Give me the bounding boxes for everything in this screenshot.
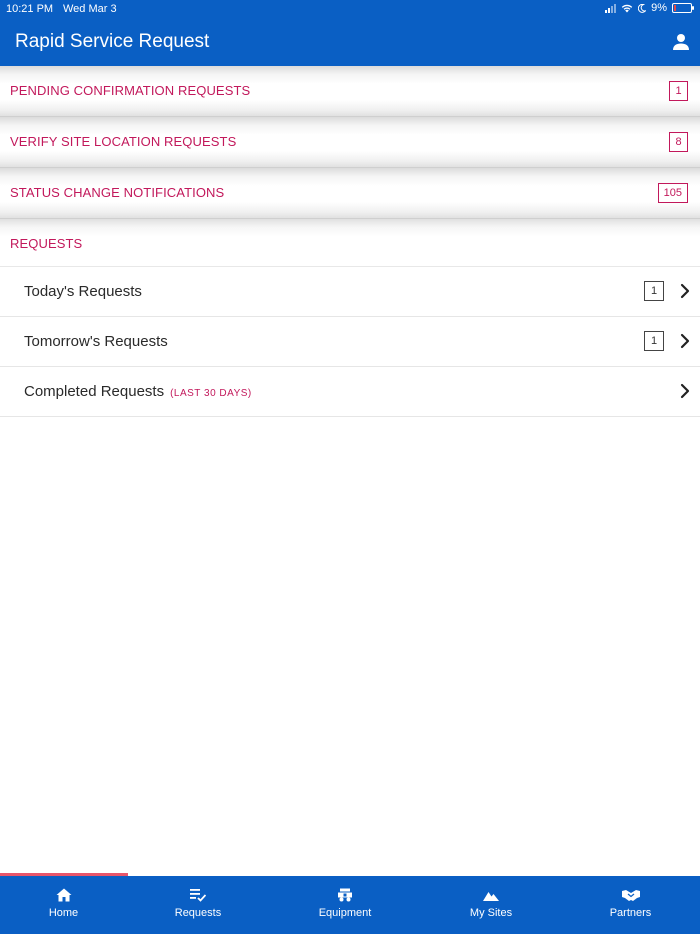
list-item-tomorrows-requests[interactable]: Tomorrow's Requests 1 bbox=[0, 317, 700, 367]
count-badge: 1 bbox=[669, 81, 688, 101]
signal-icon bbox=[605, 3, 617, 13]
status-change-notifications-row[interactable]: STATUS CHANGE NOTIFICATIONS 105 bbox=[0, 168, 700, 219]
chevron-right-icon bbox=[680, 383, 690, 399]
pending-confirmation-requests-row[interactable]: PENDING CONFIRMATION REQUESTS 1 bbox=[0, 66, 700, 117]
status-time: 10:21 PM bbox=[6, 3, 54, 15]
tab-label: My Sites bbox=[469, 907, 513, 919]
tab-label: Partners bbox=[609, 907, 652, 919]
list-item-todays-requests[interactable]: Today's Requests 1 bbox=[0, 267, 700, 317]
mountain-icon bbox=[483, 892, 499, 901]
list-item-label: Tomorrow's Requests bbox=[24, 333, 168, 350]
handshake-icon bbox=[621, 890, 640, 901]
section-label: VERIFY SITE LOCATION REQUESTS bbox=[10, 134, 237, 149]
requests-icon bbox=[190, 889, 206, 902]
app-header: 10:21 PM Wed Mar 3 9% Rapid Service Requ… bbox=[0, 0, 700, 66]
home-icon bbox=[56, 888, 71, 902]
tab-label: Home bbox=[48, 907, 79, 919]
verify-site-location-requests-row[interactable]: VERIFY SITE LOCATION REQUESTS 8 bbox=[0, 117, 700, 168]
user-icon[interactable] bbox=[672, 33, 690, 51]
list-item-label: Today's Requests bbox=[24, 283, 142, 300]
app-root: 10:21 PM Wed Mar 3 9% Rapid Service Requ… bbox=[0, 0, 700, 934]
tab-my-sites[interactable]: My Sites bbox=[421, 876, 561, 934]
list-item-completed-requests[interactable]: Completed Requests (LAST 30 DAYS) bbox=[0, 367, 700, 417]
tab-requests[interactable]: Requests bbox=[127, 876, 269, 934]
tab-label: Requests bbox=[174, 907, 222, 919]
completed-requests-sublabel: (LAST 30 DAYS) bbox=[170, 388, 252, 399]
moon-icon bbox=[638, 3, 647, 13]
tab-partners[interactable]: Partners bbox=[561, 876, 700, 934]
count-badge: 8 bbox=[669, 132, 688, 152]
count-badge: 1 bbox=[644, 331, 664, 351]
page-title: Rapid Service Request bbox=[15, 31, 210, 52]
tab-label: Equipment bbox=[318, 907, 372, 919]
count-badge: 105 bbox=[657, 183, 688, 203]
section-label: PENDING CONFIRMATION REQUESTS bbox=[10, 83, 251, 98]
bottom-nav: Home Requests Equipment My Sites Partner… bbox=[0, 876, 700, 934]
section-label: REQUESTS bbox=[10, 236, 83, 251]
status-indicators: 9% bbox=[605, 2, 694, 14]
completed-requests-label: Completed Requests bbox=[24, 383, 165, 400]
battery-icon bbox=[672, 3, 694, 13]
status-bar: 10:21 PM Wed Mar 3 9% bbox=[0, 0, 700, 20]
section-label: STATUS CHANGE NOTIFICATIONS bbox=[10, 185, 225, 200]
requests-section-header: REQUESTS bbox=[0, 219, 700, 267]
wifi-icon bbox=[621, 4, 633, 13]
list-item-label: Completed Requests (LAST 30 DAYS) bbox=[24, 383, 252, 400]
chevron-right-icon bbox=[680, 333, 690, 349]
tab-home[interactable]: Home bbox=[0, 876, 127, 934]
count-badge: 1 bbox=[644, 281, 664, 301]
status-date: Wed Mar 3 bbox=[63, 3, 117, 15]
chevron-right-icon bbox=[680, 283, 690, 299]
tab-equipment[interactable]: Equipment bbox=[269, 876, 421, 934]
battery-percent: 9% bbox=[651, 2, 667, 14]
equipment-icon bbox=[338, 888, 352, 902]
